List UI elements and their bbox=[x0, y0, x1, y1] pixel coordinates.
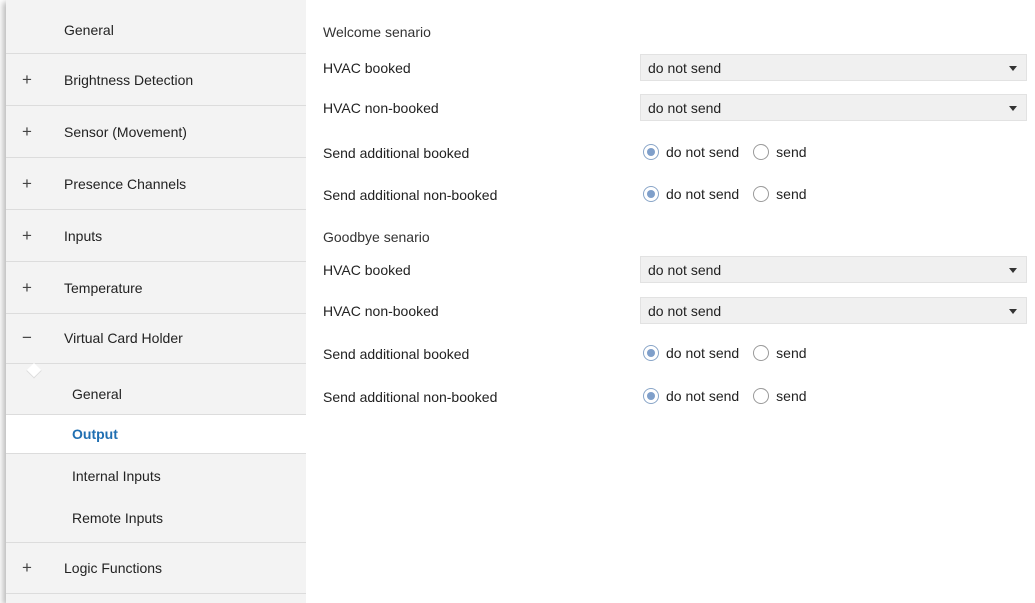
sidebar-item-label: Inputs bbox=[64, 227, 103, 244]
sub-item-label: General bbox=[72, 386, 122, 402]
radio-label: send bbox=[776, 345, 807, 361]
sidebar-item-brightness-detection[interactable]: + Brightness Detection bbox=[6, 54, 306, 106]
radio-do-not-send[interactable]: do not send bbox=[643, 345, 739, 361]
send-additional-booked-radio-group: do not send send bbox=[643, 142, 821, 162]
radio-do-not-send[interactable]: do not send bbox=[643, 388, 739, 404]
select-value: do not send bbox=[648, 262, 722, 278]
sub-menu: General Output Internal Inputs Remote In… bbox=[6, 364, 308, 542]
sub-item-remote-inputs[interactable]: Remote Inputs bbox=[6, 498, 306, 538]
sub-item-internal-inputs[interactable]: Internal Inputs bbox=[6, 456, 306, 496]
plus-icon: + bbox=[22, 558, 32, 577]
dropdown-arrow-icon bbox=[1009, 66, 1017, 71]
hvac-booked-select[interactable]: do not send bbox=[640, 256, 1027, 283]
sidebar-item-label: Sensor (Movement) bbox=[64, 123, 187, 140]
radio-label: do not send bbox=[666, 345, 740, 361]
radio-selected-icon bbox=[643, 345, 659, 361]
sidebar: General + Brightness Detection + Sensor … bbox=[6, 0, 308, 603]
hvac-non-booked-select[interactable]: do not send bbox=[640, 297, 1027, 324]
radio-send[interactable]: send bbox=[753, 186, 807, 202]
window-frame: General + Brightness Detection + Sensor … bbox=[6, 0, 1035, 603]
dropdown-arrow-icon bbox=[1009, 309, 1017, 314]
sub-item-general[interactable]: General bbox=[6, 374, 306, 414]
radio-send[interactable]: send bbox=[753, 388, 807, 404]
plus-icon: + bbox=[22, 173, 32, 193]
sidebar-item-presence-channels[interactable]: + Presence Channels bbox=[6, 158, 306, 210]
radio-do-not-send[interactable]: do not send bbox=[643, 144, 739, 160]
radio-selected-icon bbox=[643, 186, 659, 202]
radio-label: send bbox=[776, 388, 807, 404]
radio-unselected-icon bbox=[753, 144, 770, 160]
hvac-non-booked-label: HVAC non-booked bbox=[323, 100, 439, 116]
send-additional-booked-radio-group: do not send send bbox=[643, 343, 821, 363]
select-value: do not send bbox=[648, 60, 722, 76]
plus-icon: + bbox=[22, 69, 32, 89]
radio-send[interactable]: send bbox=[753, 144, 807, 160]
dropdown-arrow-icon bbox=[1009, 268, 1017, 273]
plus-icon: + bbox=[22, 225, 32, 245]
radio-unselected-icon bbox=[753, 345, 770, 361]
sub-item-label: Internal Inputs bbox=[72, 468, 161, 484]
hvac-booked-label: HVAC booked bbox=[323, 60, 411, 76]
radio-label: send bbox=[776, 186, 807, 202]
send-additional-non-booked-radio-group: do not send send bbox=[643, 184, 821, 204]
radio-label: do not send bbox=[666, 144, 740, 160]
hvac-booked-label: HVAC booked bbox=[323, 262, 411, 278]
sidebar-item-label: Virtual Card Holder bbox=[64, 329, 183, 346]
sub-item-label: Remote Inputs bbox=[72, 510, 164, 526]
radio-selected-icon bbox=[643, 144, 659, 160]
radio-label: do not send bbox=[666, 186, 740, 202]
sidebar-item-label: Brightness Detection bbox=[64, 71, 194, 88]
send-additional-non-booked-label: Send additional non-booked bbox=[323, 389, 498, 405]
sidebar-item-logic-functions[interactable]: + Logic Functions bbox=[6, 542, 306, 594]
radio-unselected-icon bbox=[753, 388, 770, 404]
sidebar-item-general[interactable]: General bbox=[6, 0, 306, 54]
section-title-welcome: Welcome senario bbox=[323, 24, 431, 40]
radio-unselected-icon bbox=[753, 186, 770, 202]
sidebar-item-virtual-card-holder[interactable]: − Virtual Card Holder bbox=[6, 312, 306, 364]
radio-label: send bbox=[776, 144, 807, 160]
plus-icon: + bbox=[22, 277, 32, 297]
main-panel: Welcome senario HVAC booked do not send … bbox=[306, 0, 1035, 603]
sidebar-item-label: General bbox=[64, 22, 114, 38]
send-additional-booked-label: Send additional booked bbox=[323, 346, 470, 362]
send-additional-booked-label: Send additional booked bbox=[323, 145, 470, 161]
sub-item-output[interactable]: Output bbox=[6, 414, 308, 454]
radio-label: do not send bbox=[666, 388, 740, 404]
send-additional-non-booked-radio-group: do not send send bbox=[643, 386, 821, 406]
sidebar-item-label: Presence Channels bbox=[64, 175, 187, 192]
sidebar-item-label: Temperature bbox=[64, 279, 143, 296]
sidebar-item-label: Logic Functions bbox=[64, 560, 163, 576]
send-additional-non-booked-label: Send additional non-booked bbox=[323, 187, 498, 203]
hvac-non-booked-label: HVAC non-booked bbox=[323, 303, 439, 319]
sidebar-item-inputs[interactable]: + Inputs bbox=[6, 210, 306, 262]
sidebar-item-sensor-movement[interactable]: + Sensor (Movement) bbox=[6, 106, 306, 158]
radio-do-not-send[interactable]: do not send bbox=[643, 186, 739, 202]
select-value: do not send bbox=[648, 100, 722, 116]
sub-item-label: Output bbox=[72, 426, 118, 442]
hvac-non-booked-select[interactable]: do not send bbox=[640, 94, 1027, 121]
hvac-booked-select[interactable]: do not send bbox=[640, 54, 1027, 81]
minus-icon: − bbox=[22, 327, 32, 347]
plus-icon: + bbox=[22, 121, 32, 141]
section-title-goodbye: Goodbye senario bbox=[323, 229, 430, 245]
sidebar-item-temperature[interactable]: + Temperature bbox=[6, 262, 306, 314]
select-value: do not send bbox=[648, 303, 722, 319]
radio-send[interactable]: send bbox=[753, 345, 807, 361]
radio-selected-icon bbox=[643, 388, 659, 404]
dropdown-arrow-icon bbox=[1009, 106, 1017, 111]
